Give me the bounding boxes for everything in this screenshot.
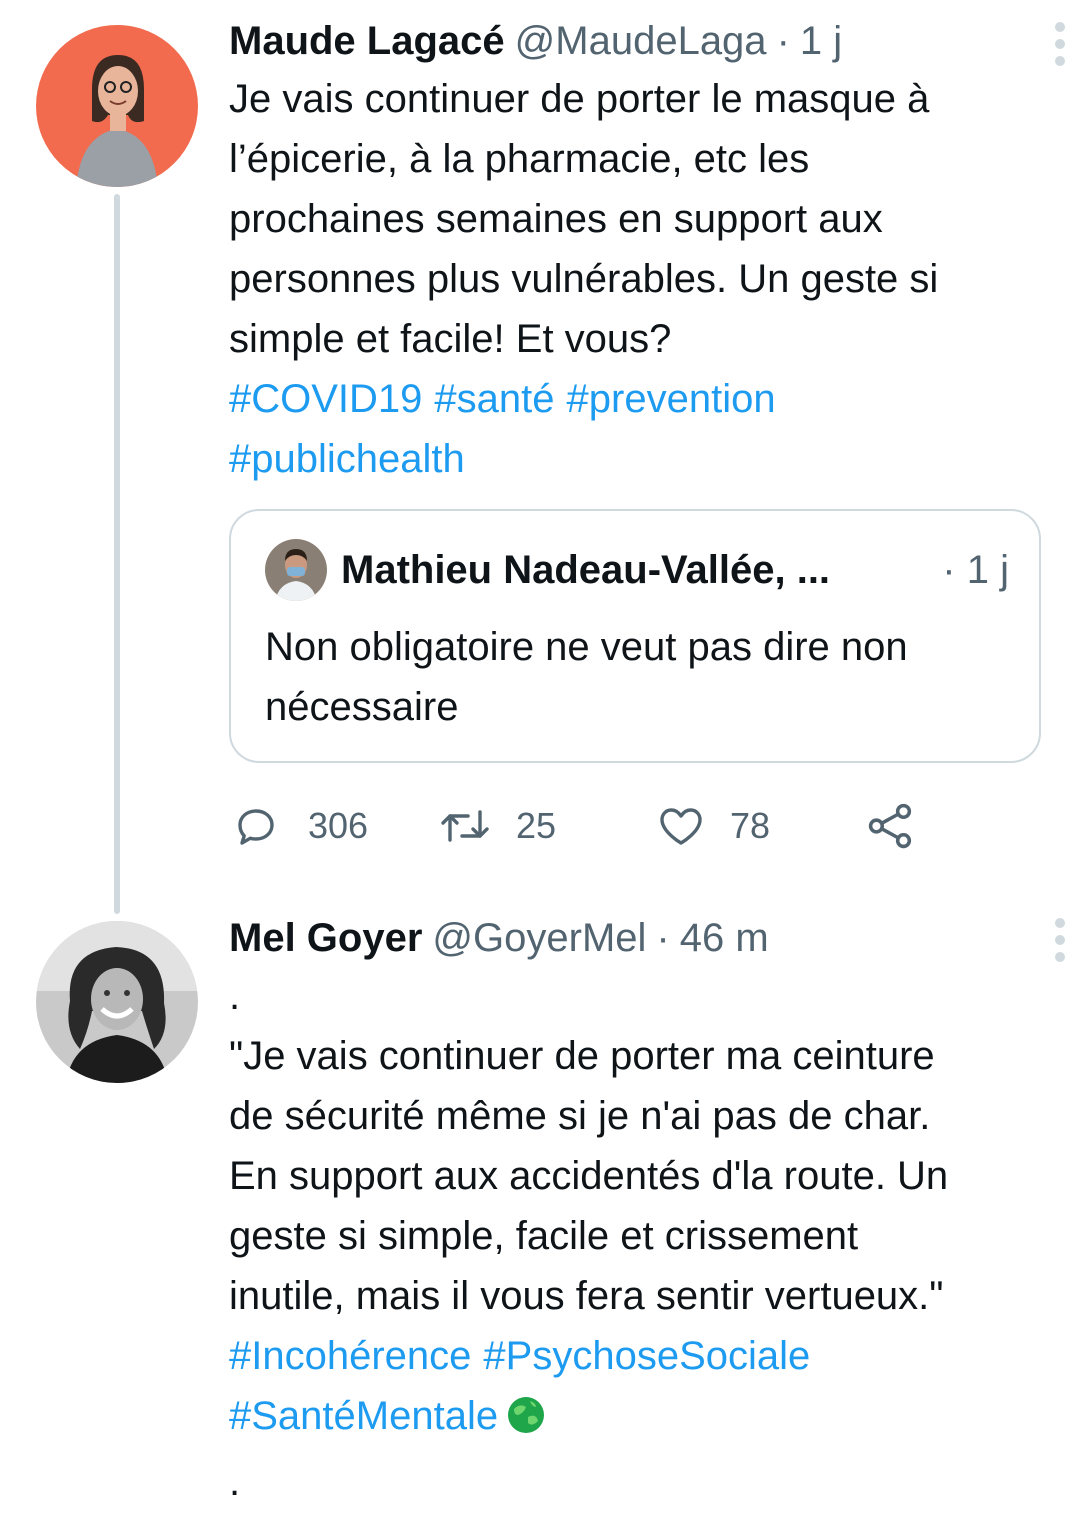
leading-dot: . [229, 974, 241, 1018]
like-count: 78 [730, 805, 771, 846]
display-name[interactable]: Maude Lagacé [229, 17, 505, 65]
retweet-button[interactable]: 25 [438, 796, 556, 856]
quoted-tweet-header: Mathieu Nadeau-Vallée, ... · 1 j [265, 539, 1009, 601]
tweet-actions-bar: 306 25 78 [232, 796, 952, 856]
more-vertical-icon[interactable] [1054, 918, 1066, 962]
hashtags-line-2: #publichealth [229, 429, 1049, 489]
hashtag-link[interactable]: #santé [434, 377, 554, 421]
separator: · [776, 19, 790, 63]
separator: · [656, 916, 670, 960]
share-icon [866, 801, 916, 851]
tweet-header: Maude Lagacé @MaudeLaga · 1 j [229, 17, 1049, 65]
tweet-text: "Je vais continuer de porter ma ceinture… [229, 1034, 949, 1318]
avatar-mathieu [265, 539, 327, 601]
hashtag-link[interactable]: #publichealth [229, 437, 465, 481]
quoted-tweet-text: Non obligatoire ne veut pas dire non néc… [265, 625, 908, 729]
retweet-icon [438, 802, 492, 850]
like-icon [656, 802, 706, 850]
timestamp[interactable]: 1 j [800, 17, 842, 65]
thread-connector-line [114, 194, 120, 914]
tweet-maude[interactable]: Maude Lagacé @MaudeLaga · 1 j Je vais co… [229, 17, 1049, 489]
hashtag-link[interactable]: #SantéMentale [229, 1394, 498, 1438]
hashtags-line-1: #Incohérence #PsychoseSociale [229, 1326, 1049, 1386]
globe-emoji-icon [506, 1392, 546, 1452]
user-handle[interactable]: @GoyerMel [432, 914, 646, 962]
quoted-timestamp[interactable]: · 1 j [942, 548, 1009, 593]
hashtag-link[interactable]: #PsychoseSociale [483, 1334, 810, 1378]
quoted-time-value: 1 j [966, 547, 1009, 592]
user-handle[interactable]: @MaudeLaga [515, 17, 767, 65]
reply-count: 306 [308, 805, 369, 846]
display-name[interactable]: Mel Goyer [229, 914, 422, 962]
share-button[interactable] [866, 796, 916, 856]
hashtag-link[interactable]: #prevention [567, 377, 776, 421]
avatar-maude[interactable] [36, 25, 198, 187]
more-vertical-icon[interactable] [1054, 22, 1066, 66]
tweet-mel[interactable]: Mel Goyer @GoyerMel · 46 m . "Je vais co… [229, 914, 1049, 1512]
hashtag-link[interactable]: #COVID19 [229, 377, 422, 421]
trailing-dot: . [229, 1460, 241, 1504]
hashtags-line-1: #COVID19 #santé #prevention [229, 369, 1049, 429]
reply-icon [232, 802, 280, 850]
reply-button[interactable]: 306 [232, 796, 368, 856]
quoted-tweet[interactable]: Mathieu Nadeau-Vallée, ... · 1 j Non obl… [229, 509, 1041, 763]
hashtag-link[interactable]: #Incohérence [229, 1334, 471, 1378]
tweet-header: Mel Goyer @GoyerMel · 46 m [229, 914, 1049, 962]
separator: · [942, 547, 956, 592]
retweet-count: 25 [516, 805, 557, 846]
hashtags-line-2: #SantéMentale [229, 1386, 1049, 1452]
tweet-text: Je vais continuer de porter le masque à … [229, 77, 939, 361]
quoted-display-name[interactable]: Mathieu Nadeau-Vallée, ... [341, 548, 830, 593]
thread-view: Maude Lagacé @MaudeLaga · 1 j Je vais co… [0, 0, 1080, 1514]
like-button[interactable]: 78 [656, 796, 770, 856]
timestamp[interactable]: 46 m [680, 914, 769, 962]
avatar-mel[interactable] [36, 921, 198, 1083]
